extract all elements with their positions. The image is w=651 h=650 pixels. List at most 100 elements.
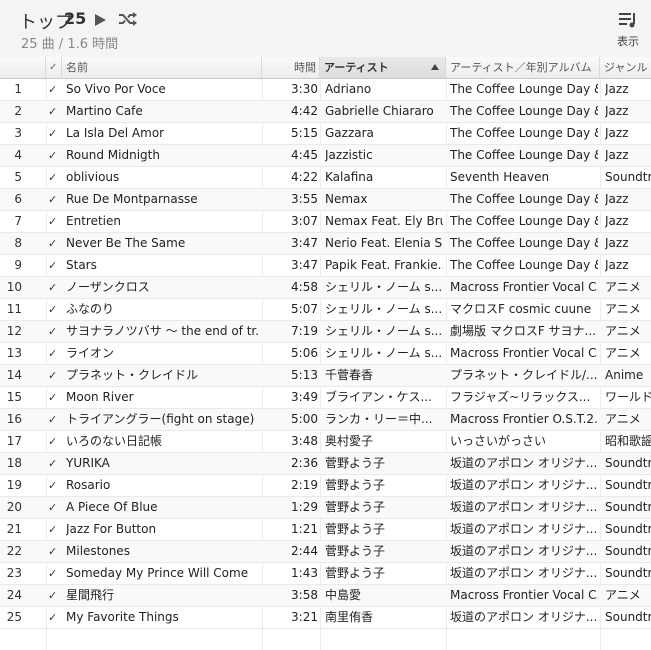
table-row[interactable]: 10 ✓ ノーザンクロス 4:58 シェリル・ノーム s... Macross Front… xyxy=(0,277,651,299)
track-artist: 菅野よう子 xyxy=(325,456,386,470)
track-artist: 中島愛 xyxy=(325,588,362,602)
track-genre: 昭和歌謡 xyxy=(605,434,651,448)
checkmark-icon[interactable]: ✓ xyxy=(48,563,62,584)
track-album: いっさいがっさい xyxy=(450,434,547,448)
table-row[interactable]: 6 ✓ Rue De Montparnasse 3:55 Nemax The Coffee… xyxy=(0,189,651,211)
track-genre: アニメ xyxy=(605,346,641,360)
sort-ascending-icon xyxy=(431,64,439,70)
table-row[interactable]: 23 ✓ Someday My Prince Will Come 1:43 菅野よう子 坂… xyxy=(0,563,651,585)
column-header-artist[interactable]: アーティスト xyxy=(320,57,446,78)
track-number: 12 xyxy=(6,324,22,338)
checkmark-icon[interactable]: ✓ xyxy=(48,255,62,276)
view-options-icon xyxy=(610,11,646,29)
table-row[interactable]: 20 ✓ A Piece Of Blue 1:29 菅野よう子 坂道のアポロン オリジナ.… xyxy=(0,497,651,519)
track-time: 3:55 xyxy=(291,192,318,206)
table-row[interactable]: 13 ✓ ライオン 5:06 シェリル・ノーム s... Macross Frontier… xyxy=(0,343,651,365)
checkmark-icon[interactable]: ✓ xyxy=(48,519,62,540)
shuffle-icon[interactable] xyxy=(118,11,138,27)
table-row[interactable]: 5 ✓ oblivious 4:22 Kalafina Seventh Heaven Sou… xyxy=(0,167,651,189)
track-name: サヨナラノツバサ ～ the end of tr... xyxy=(66,324,258,338)
track-number: 15 xyxy=(6,390,22,404)
track-number: 17 xyxy=(6,434,22,448)
table-row[interactable]: 7 ✓ Entretien 3:07 Nemax Feat. Ely Bru... The… xyxy=(0,211,651,233)
track-name: ライオン xyxy=(66,346,115,360)
track-number: 9 xyxy=(14,258,22,272)
checkmark-icon[interactable]: ✓ xyxy=(48,101,62,122)
play-icon[interactable] xyxy=(93,12,107,26)
table-row[interactable]: 17 ✓ いろのない日記帳 3:48 奥村愛子 いっさいがっさい 昭和歌謡 xyxy=(0,431,651,453)
table-row[interactable]: 3 ✓ La Isla Del Amor 5:15 Gazzara The Coffee … xyxy=(0,123,651,145)
checkmark-icon[interactable]: ✓ xyxy=(48,277,62,298)
track-artist: 奥村愛子 xyxy=(325,434,374,448)
track-number: 11 xyxy=(6,302,22,316)
table-row[interactable]: 21 ✓ Jazz For Button 1:21 菅野よう子 坂道のアポロン オリジナ.… xyxy=(0,519,651,541)
table-row[interactable]: 1 ✓ So Vivo Por Voce 3:30 Adriano The Coffee … xyxy=(0,79,651,101)
table-row[interactable]: 9 ✓ Stars 3:47 Papik Feat. Frankie... The Cof… xyxy=(0,255,651,277)
playlist-header: トップ 25 25 曲 / 1.6 時間 表示 xyxy=(0,0,651,58)
track-genre: Anime xyxy=(605,368,644,382)
table-row[interactable]: 19 ✓ Rosario 2:19 菅野よう子 坂道のアポロン オリジナ... Soundt… xyxy=(0,475,651,497)
checkmark-icon[interactable]: ✓ xyxy=(48,211,62,232)
checkmark-icon[interactable]: ✓ xyxy=(48,585,62,606)
table-row[interactable]: 15 ✓ Moon River 3:49 ブライアン・ケス... フラジャズ~リラックス.… xyxy=(0,387,651,409)
checkmark-icon[interactable]: ✓ xyxy=(48,145,62,166)
checkmark-icon[interactable]: ✓ xyxy=(48,365,62,386)
track-name: ふなのり xyxy=(66,302,115,316)
track-artist: 菅野よう子 xyxy=(325,478,386,492)
table-row[interactable]: 8 ✓ Never Be The Same 3:47 Nerio Feat. Eleni… xyxy=(0,233,651,255)
checkmark-icon[interactable]: ✓ xyxy=(48,453,62,474)
column-header-album-by-artist[interactable]: アーティスト／年別アルバム xyxy=(446,57,600,78)
track-artist: Papik Feat. Frankie... xyxy=(325,258,443,272)
track-genre: Soundtra xyxy=(605,610,651,624)
checkmark-icon[interactable]: ✓ xyxy=(48,431,62,452)
table-row[interactable]: 22 ✓ Milestones 2:44 菅野よう子 坂道のアポロン オリジナ... Sou… xyxy=(0,541,651,563)
column-header-check[interactable]: ✓ xyxy=(46,57,62,78)
table-row[interactable]: 24 ✓ 星間飛行 3:58 中島愛 Macross Frontier Vocal C..… xyxy=(0,585,651,607)
checkmark-icon[interactable]: ✓ xyxy=(48,233,62,254)
table-row[interactable]: 2 ✓ Martino Cafe 4:42 Gabrielle Chiararo The … xyxy=(0,101,651,123)
checkmark-icon[interactable]: ✓ xyxy=(48,343,62,364)
track-artist: Jazzistic xyxy=(325,148,373,162)
track-name: So Vivo Por Voce xyxy=(66,82,166,96)
column-header-time[interactable]: 時間 xyxy=(262,57,320,78)
table-row[interactable]: 11 ✓ ふなのり 5:07 シェリル・ノーム s... マクロスF cosmic cuu… xyxy=(0,299,651,321)
checkmark-icon[interactable]: ✓ xyxy=(48,387,62,408)
view-options-label: 表示 xyxy=(617,35,639,48)
track-number: 6 xyxy=(14,192,22,206)
track-artist: シェリル・ノーム s... xyxy=(325,346,443,360)
track-number: 4 xyxy=(14,148,22,162)
track-number: 16 xyxy=(6,412,22,426)
track-time: 4:58 xyxy=(291,280,318,294)
track-number: 22 xyxy=(6,544,22,558)
checkmark-icon[interactable]: ✓ xyxy=(48,607,62,628)
track-time: 1:21 xyxy=(291,522,318,536)
column-header-name[interactable]: 名前 xyxy=(62,57,262,78)
track-time: 3:30 xyxy=(291,82,318,96)
view-options-button[interactable]: 表示 xyxy=(610,11,646,51)
table-row[interactable]: 25 ✓ My Favorite Things 3:21 南里侑香 坂道のアポロン オリジ… xyxy=(0,607,651,629)
table-row[interactable]: 14 ✓ プラネット・クレイドル 5:13 千菅春香 プラネット・クレイドル/... Ani… xyxy=(0,365,651,387)
checkmark-icon[interactable]: ✓ xyxy=(48,497,62,518)
checkmark-icon[interactable]: ✓ xyxy=(48,79,62,100)
table-row[interactable]: 4 ✓ Round Midnigth 4:45 Jazzistic The Coffee … xyxy=(0,145,651,167)
track-name: Moon River xyxy=(66,390,134,404)
track-genre: Soundtra xyxy=(605,170,651,184)
track-time: 5:00 xyxy=(291,412,318,426)
checkmark-icon[interactable]: ✓ xyxy=(48,541,62,562)
track-time: 1:43 xyxy=(291,566,318,580)
table-row[interactable]: 16 ✓ トライアングラー(fight on stage) 5:00 ランカ・リー＝中.… xyxy=(0,409,651,431)
checkmark-icon[interactable]: ✓ xyxy=(48,189,62,210)
column-header-number[interactable] xyxy=(0,57,46,78)
table-row[interactable]: 18 ✓ YURIKA 2:36 菅野よう子 坂道のアポロン オリジナ... Soundtr… xyxy=(0,453,651,475)
checkmark-icon[interactable]: ✓ xyxy=(48,167,62,188)
track-number: 13 xyxy=(6,346,22,360)
checkmark-icon[interactable]: ✓ xyxy=(48,321,62,342)
checkmark-icon[interactable]: ✓ xyxy=(48,299,62,320)
column-header-genre[interactable]: ジャンル xyxy=(600,57,651,78)
track-table: ✓ 名前 時間 アーティスト アーティスト／年別アルバム ジャンル 1 ✓ So V… xyxy=(0,57,651,650)
checkmark-icon[interactable]: ✓ xyxy=(48,409,62,430)
checkmark-icon[interactable]: ✓ xyxy=(48,475,62,496)
track-number: 19 xyxy=(6,478,22,492)
table-row[interactable]: 12 ✓ サヨナラノツバサ ～ the end of tr... 7:19 シェリル・ノ… xyxy=(0,321,651,343)
checkmark-icon[interactable]: ✓ xyxy=(48,123,62,144)
